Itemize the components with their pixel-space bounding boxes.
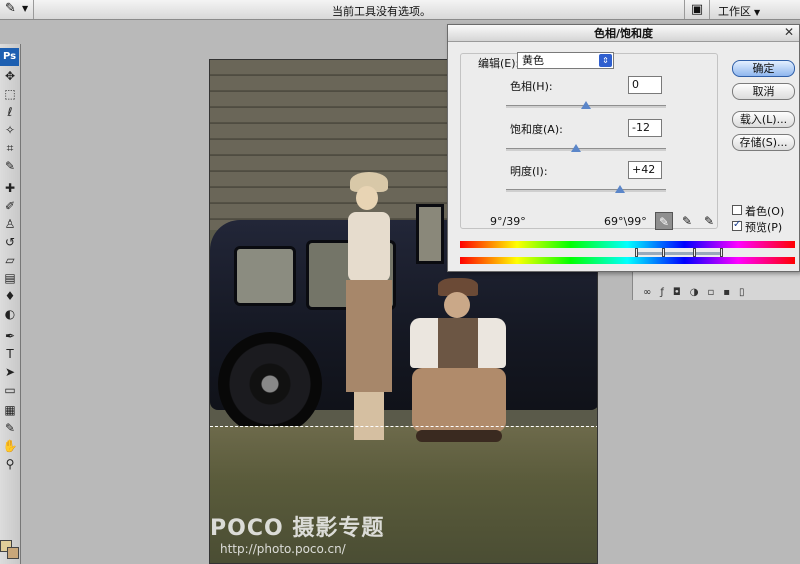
- quick-selection-icon[interactable]: ✧: [2, 122, 18, 138]
- healing-brush-icon[interactable]: ✚: [2, 180, 18, 196]
- photoshop-logo: Ps: [0, 48, 19, 66]
- car-window: [234, 246, 296, 306]
- colorize-checkbox[interactable]: [732, 205, 742, 215]
- crop-icon[interactable]: ⌗: [2, 140, 18, 156]
- range-tick[interactable]: [662, 248, 665, 257]
- load-button[interactable]: 载入(L)...: [732, 111, 795, 128]
- eyedropper-icon[interactable]: ✎: [2, 420, 18, 436]
- wooden-wall: [210, 60, 450, 230]
- lightness-label: 明度(I):: [510, 165, 548, 178]
- dodge-icon[interactable]: ◐: [2, 306, 18, 322]
- zoom-icon[interactable]: ⚲: [2, 456, 18, 472]
- toolbox: Ps ✥ ⬚ ℓ ✧ ⌗ ✎ ✚ ✐ ♙ ↺ ▱ ▤ ♦ ◐ ✒ T ➤ ▭ ▦…: [0, 44, 21, 564]
- save-button[interactable]: 存储(S)...: [732, 134, 795, 151]
- clone-stamp-icon[interactable]: ♙: [2, 216, 18, 232]
- select-arrow-icon: ⇕: [599, 54, 612, 67]
- hue-input[interactable]: 0: [628, 76, 662, 94]
- close-icon[interactable]: ✕: [782, 26, 796, 40]
- bridge-icon: ▣: [690, 2, 704, 17]
- pen-icon[interactable]: ✒: [2, 328, 18, 344]
- adjustment-group: [460, 53, 718, 229]
- hue-slider-thumb[interactable]: [581, 101, 591, 109]
- ok-button[interactable]: 确定: [732, 60, 795, 77]
- range-tick[interactable]: [635, 248, 638, 257]
- watermark-url: http://photo.poco.cn/: [220, 542, 346, 556]
- background-color-swatch[interactable]: [7, 547, 19, 559]
- dialog-title: 色相/饱和度: [448, 25, 799, 42]
- workspace-label: 工作区: [718, 5, 751, 18]
- history-brush-icon[interactable]: ↺: [2, 234, 18, 250]
- lasso-icon[interactable]: ℓ: [2, 104, 18, 120]
- chevron-down-icon: ▼: [754, 8, 761, 17]
- tool-preset-picker[interactable]: ✎ ▼: [0, 0, 34, 19]
- output-color-bar: [460, 257, 795, 264]
- move-icon[interactable]: ✥: [2, 68, 18, 84]
- eyedropper-icon[interactable]: ✎: [2, 158, 18, 174]
- car-wheel: [218, 332, 322, 436]
- edit-channel-value: 黄色: [522, 54, 544, 67]
- watermark-brand: POCO 摄影专题: [210, 516, 385, 541]
- saturation-input[interactable]: -12: [628, 119, 662, 137]
- cancel-button[interactable]: 取消: [732, 83, 795, 100]
- gradient-icon[interactable]: ▤: [2, 270, 18, 286]
- shape-icon[interactable]: ▭: [2, 382, 18, 398]
- edit-label: 编辑(E):: [478, 57, 520, 70]
- subtract-from-sample-icon[interactable]: ✎: [700, 212, 718, 230]
- options-message: 当前工具没有选项。: [332, 5, 431, 18]
- brush-icon[interactable]: ✐: [2, 198, 18, 214]
- notes-icon[interactable]: ▦: [2, 402, 18, 418]
- range-tick[interactable]: [720, 248, 723, 257]
- path-selection-icon[interactable]: ➤: [2, 364, 18, 380]
- hue-slider[interactable]: [506, 101, 666, 109]
- eyedropper-icon: ✎: [5, 1, 16, 16]
- saturation-slider[interactable]: [506, 144, 666, 152]
- woman-figure: [340, 172, 395, 442]
- hand-icon[interactable]: ✋: [2, 438, 18, 454]
- hue-label: 色相(H):: [510, 80, 553, 93]
- add-to-sample-icon[interactable]: ✎: [678, 212, 696, 230]
- blur-icon[interactable]: ♦: [2, 288, 18, 304]
- watermark: POCO 摄影专题 http://photo.poco.cn/: [210, 510, 384, 556]
- preview-checkbox[interactable]: [732, 219, 742, 231]
- range-right-readout: 69°\99°: [604, 215, 647, 228]
- bridge-button[interactable]: ▣: [684, 0, 710, 19]
- marquee-icon[interactable]: ⬚: [2, 86, 18, 102]
- eraser-icon[interactable]: ▱: [2, 252, 18, 268]
- preview-label: 预览(P): [745, 221, 783, 234]
- options-bar: ✎ ▼ 当前工具没有选项。 ▣ 工作区 ▼: [0, 0, 800, 20]
- edit-channel-select[interactable]: 黄色 ⇕: [517, 52, 614, 69]
- workspace-menu[interactable]: 工作区 ▼: [718, 3, 760, 19]
- range-tick[interactable]: [693, 248, 696, 257]
- lightness-slider[interactable]: [506, 185, 666, 193]
- lightness-slider-thumb[interactable]: [614, 185, 625, 193]
- chevron-down-icon: ▼: [22, 4, 29, 13]
- layers-panel-buttons[interactable]: ∞ƒ◘◑▫▪▯: [643, 287, 754, 298]
- car-window: [416, 204, 444, 264]
- type-icon[interactable]: T: [2, 346, 18, 362]
- lightness-input[interactable]: +42: [628, 161, 662, 179]
- eyedropper-icon[interactable]: ✎: [655, 212, 673, 230]
- saturation-slider-thumb[interactable]: [571, 144, 582, 152]
- input-color-bar: [460, 241, 795, 248]
- colorize-label: 着色(O): [745, 205, 785, 218]
- range-left-readout: 9°/39°: [490, 215, 526, 228]
- saturation-label: 饱和度(A):: [510, 123, 563, 136]
- hue-saturation-dialog: 色相/饱和度 ✕ 编辑(E): 黄色 ⇕ 色相(H): 0 饱和度(A): -1…: [447, 24, 800, 272]
